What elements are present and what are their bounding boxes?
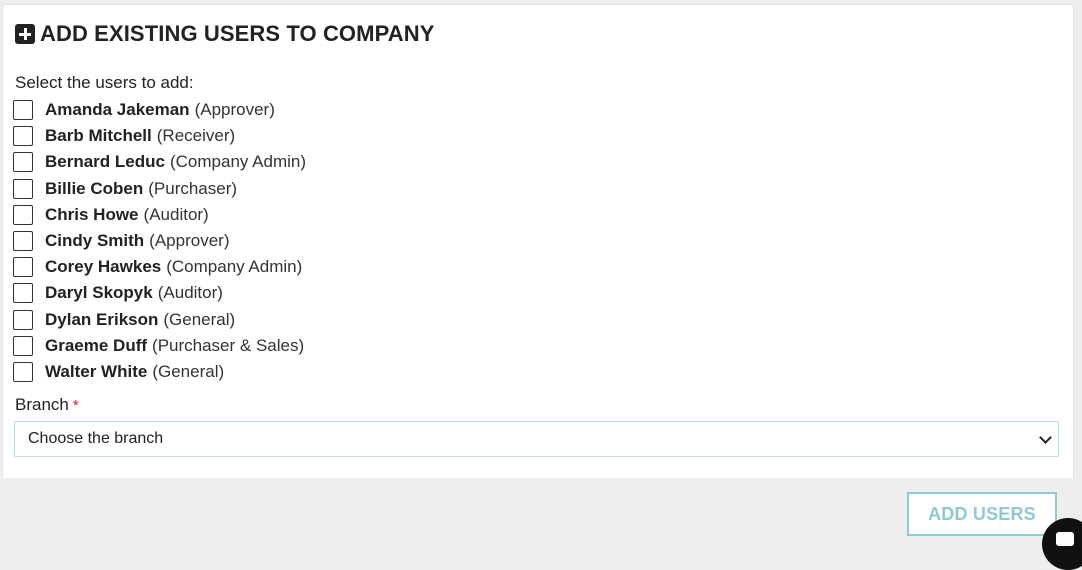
user-checkbox[interactable] <box>13 309 33 330</box>
user-item-walter-white: Walter White (General) <box>13 359 306 385</box>
user-name: Dylan Erikson <box>45 309 159 329</box>
user-name: Graeme Duff <box>45 335 148 355</box>
user-item-daryl-skopyk: Daryl Skopyk (Auditor) <box>13 280 306 306</box>
user-name: Amanda Jakeman <box>45 100 190 120</box>
user-role: (Purchaser) <box>148 178 238 198</box>
add-users-panel: ADD EXISTING USERS TO COMPANY Select the… <box>2 4 1074 479</box>
user-name: Corey Hawkes <box>45 257 162 277</box>
user-item-barb-mitchell: Barb Mitchell (Receiver) <box>13 123 306 149</box>
user-name: Billie Coben <box>45 178 144 198</box>
branch-select[interactable]: Choose the branch <box>14 421 1059 457</box>
branch-label: Branch * <box>15 395 79 415</box>
user-checkbox[interactable] <box>13 178 33 199</box>
user-item-billie-coben: Billie Coben (Purchaser) <box>13 176 306 202</box>
user-role: (Auditor) <box>157 283 223 303</box>
user-checkbox[interactable] <box>13 361 33 382</box>
user-checkbox[interactable] <box>13 231 33 252</box>
user-checkbox[interactable] <box>13 257 33 278</box>
required-marker: * <box>72 397 79 414</box>
add-users-button[interactable]: ADD USERS <box>907 492 1057 536</box>
branch-label-text: Branch <box>15 395 69 414</box>
user-role: (Auditor) <box>143 204 209 224</box>
user-item-dylan-erikson: Dylan Erikson (General) <box>13 307 306 333</box>
user-item-chris-howe: Chris Howe (Auditor) <box>13 202 306 228</box>
user-checkbox[interactable] <box>13 126 33 147</box>
user-role: (Receiver) <box>156 126 236 146</box>
panel-title: ADD EXISTING USERS TO COMPANY <box>15 21 434 47</box>
user-role: (Company Admin) <box>169 152 307 172</box>
chat-icon <box>1056 532 1074 546</box>
branch-select-value: Choose the branch <box>28 430 164 447</box>
user-checkbox[interactable] <box>13 283 33 304</box>
chevron-down-icon <box>1039 431 1052 444</box>
chat-launcher-button[interactable] <box>1042 518 1082 570</box>
user-name: Barb Mitchell <box>45 126 152 146</box>
user-name: Bernard Leduc <box>45 152 165 172</box>
user-item-bernard-leduc: Bernard Leduc (Company Admin) <box>13 149 306 175</box>
user-checkbox[interactable] <box>13 204 33 225</box>
user-checkbox[interactable] <box>13 335 33 356</box>
user-name: Chris Howe <box>45 204 139 224</box>
user-item-cindy-smith: Cindy Smith (Approver) <box>13 228 306 254</box>
user-role: (General) <box>163 309 236 329</box>
user-name: Daryl Skopyk <box>45 283 153 303</box>
user-checkbox[interactable] <box>13 152 33 173</box>
user-list: Amanda Jakeman (Approver) Barb Mitchell … <box>13 97 306 385</box>
panel-title-text: ADD EXISTING USERS TO COMPANY <box>40 21 435 46</box>
user-checkbox[interactable] <box>13 100 33 121</box>
select-users-prompt: Select the users to add: <box>15 73 194 92</box>
user-item-amanda-jakeman: Amanda Jakeman (Approver) <box>13 97 306 123</box>
user-role: (Approver) <box>194 100 275 120</box>
plus-square-icon <box>15 24 35 44</box>
user-role: (Purchaser & Sales) <box>152 335 305 355</box>
user-item-corey-hawkes: Corey Hawkes (Company Admin) <box>13 254 306 280</box>
user-name: Cindy Smith <box>45 231 145 251</box>
user-role: (General) <box>152 361 225 381</box>
user-role: (Company Admin) <box>166 257 303 277</box>
user-name: Walter White <box>45 361 148 381</box>
user-role: (Approver) <box>149 231 230 251</box>
user-item-graeme-duff: Graeme Duff (Purchaser & Sales) <box>13 333 306 359</box>
